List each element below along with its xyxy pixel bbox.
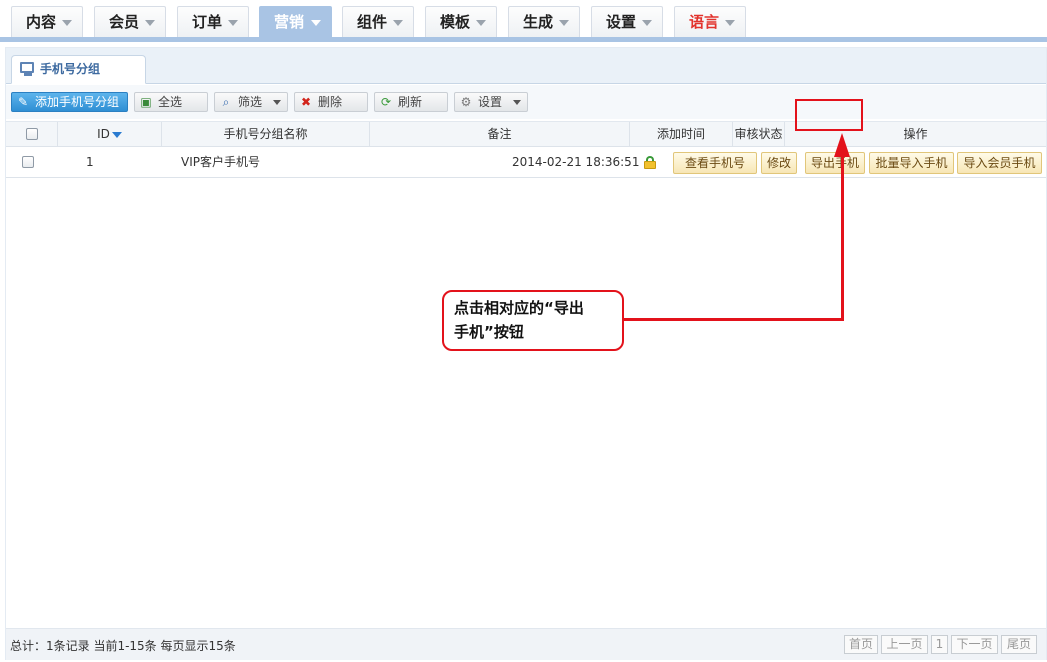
nav-content[interactable]: 内容 bbox=[11, 6, 83, 38]
nav-members[interactable]: 会员 bbox=[94, 6, 166, 38]
batch-import-phones-button[interactable]: 批量导入手机 bbox=[869, 152, 954, 174]
chevron-down-icon bbox=[513, 100, 521, 105]
toolbar: ✎ 添加手机号分组 ▣ 全选 ⌕ 筛选 ✖ 删除 ⟳ 刷新 ⚙ 设置 bbox=[6, 85, 1046, 119]
row-added-time: 2014-02-21 18:36:51 bbox=[512, 155, 640, 169]
tab-phone-groups-label: 手机号分组 bbox=[40, 62, 101, 76]
footer: 总计：1条记录 当前1-15条 每页显示15条 首页 上一页 1 下一页 尾页 bbox=[6, 628, 1046, 660]
chevron-down-icon bbox=[393, 20, 403, 26]
chevron-down-icon bbox=[273, 100, 281, 105]
tab-bar: 手机号分组 bbox=[6, 48, 1046, 84]
nav-language-label: 语言 bbox=[689, 13, 720, 31]
search-icon: ⌕ bbox=[222, 95, 230, 109]
header-review-status: 审核状态 bbox=[733, 122, 785, 147]
delete-button[interactable]: ✖ 删除 bbox=[294, 92, 368, 112]
main-panel: 手机号分组 ✎ 添加手机号分组 ▣ 全选 ⌕ 筛选 ✖ 删除 ⟳ 刷新 ⚙ 设置 bbox=[5, 47, 1047, 660]
unlocked-icon[interactable] bbox=[644, 156, 656, 169]
prev-page-button[interactable]: 上一页 bbox=[881, 635, 928, 654]
arrow-line-horizontal bbox=[619, 318, 844, 321]
nav-settings[interactable]: 设置 bbox=[591, 6, 663, 38]
add-phone-group-label: 添加手机号分组 bbox=[35, 95, 120, 109]
nav-generate[interactable]: 生成 bbox=[508, 6, 580, 38]
highlight-box bbox=[795, 99, 863, 131]
row-checkbox[interactable] bbox=[22, 156, 34, 168]
nav-orders-label: 订单 bbox=[192, 13, 223, 31]
nav-content-label: 内容 bbox=[26, 13, 57, 31]
arrow-up-icon bbox=[834, 133, 850, 157]
refresh-label: 刷新 bbox=[398, 95, 423, 109]
select-all-checkbox[interactable] bbox=[26, 128, 38, 140]
delete-icon: ✖ bbox=[300, 95, 312, 109]
chevron-down-icon bbox=[62, 20, 72, 26]
refresh-icon: ⟳ bbox=[380, 95, 392, 109]
chevron-down-icon bbox=[642, 20, 652, 26]
import-member-phones-button[interactable]: 导入会员手机 bbox=[957, 152, 1042, 174]
chevron-down-icon bbox=[145, 20, 155, 26]
nav-components[interactable]: 组件 bbox=[342, 6, 414, 38]
gear-icon: ⚙ bbox=[460, 95, 472, 109]
table-row: 1 VIP客户手机号 2014-02-21 18:36:51 查看手机号 修改 … bbox=[6, 148, 1046, 178]
first-page-button[interactable]: 首页 bbox=[844, 635, 878, 654]
chevron-down-icon bbox=[559, 20, 569, 26]
header-id[interactable]: ID bbox=[58, 122, 162, 147]
monitor-icon bbox=[20, 62, 34, 76]
annotation-callout: 点击相对应的“导出 手机”按钮 bbox=[442, 290, 624, 351]
edit-button[interactable]: 修改 bbox=[761, 152, 797, 174]
filter-label: 筛选 bbox=[238, 95, 263, 109]
view-phones-button[interactable]: 查看手机号 bbox=[673, 152, 757, 174]
header-remark: 备注 bbox=[370, 122, 630, 147]
last-page-button[interactable]: 尾页 bbox=[1001, 635, 1037, 654]
nav-marketing-label: 营销 bbox=[274, 13, 305, 31]
row-id: 1 bbox=[86, 155, 94, 169]
record-summary: 总计：1条记录 当前1-15条 每页显示15条 bbox=[10, 639, 236, 653]
nav-settings-label: 设置 bbox=[606, 13, 637, 31]
nav-members-label: 会员 bbox=[109, 13, 140, 31]
select-all-icon: ▣ bbox=[140, 95, 152, 109]
nav-components-label: 组件 bbox=[357, 13, 388, 31]
chevron-down-icon bbox=[228, 20, 238, 26]
nav-marketing[interactable]: 营销 bbox=[259, 6, 332, 38]
nav-orders[interactable]: 订单 bbox=[177, 6, 249, 38]
row-name: VIP客户手机号 bbox=[181, 155, 260, 169]
settings-label: 设置 bbox=[478, 95, 503, 109]
header-name: 手机号分组名称 bbox=[162, 122, 370, 147]
table-header: ID 手机号分组名称 备注 添加时间 审核状态 操作 bbox=[6, 121, 1046, 147]
header-added-time: 添加时间 bbox=[630, 122, 733, 147]
add-icon: ✎ bbox=[17, 95, 29, 109]
chevron-down-icon bbox=[725, 20, 735, 26]
page-number[interactable]: 1 bbox=[931, 635, 948, 654]
delete-label: 删除 bbox=[318, 95, 343, 109]
nav-generate-label: 生成 bbox=[523, 13, 554, 31]
select-all-button[interactable]: ▣ 全选 bbox=[134, 92, 208, 112]
annotation-line-1: 点击相对应的“导出 bbox=[454, 299, 584, 317]
chevron-down-icon bbox=[311, 20, 321, 26]
settings-button[interactable]: ⚙ 设置 bbox=[454, 92, 528, 112]
top-nav: 内容 会员 订单 营销 组件 模板 生成 设置 语言 bbox=[0, 0, 1047, 42]
annotation-line-2: 手机”按钮 bbox=[454, 323, 524, 341]
filter-button[interactable]: ⌕ 筛选 bbox=[214, 92, 288, 112]
nav-templates-label: 模板 bbox=[440, 13, 471, 31]
nav-templates[interactable]: 模板 bbox=[425, 6, 497, 38]
nav-language[interactable]: 语言 bbox=[674, 6, 746, 38]
sort-down-icon bbox=[111, 131, 122, 138]
header-select-cell bbox=[6, 122, 58, 147]
arrow-line-vertical bbox=[841, 155, 844, 321]
nav-underline bbox=[0, 37, 1047, 42]
chevron-down-icon bbox=[476, 20, 486, 26]
header-id-label: ID bbox=[97, 127, 110, 141]
tab-phone-groups[interactable]: 手机号分组 bbox=[11, 55, 146, 84]
select-all-label: 全选 bbox=[158, 95, 183, 109]
add-phone-group-button[interactable]: ✎ 添加手机号分组 bbox=[11, 92, 128, 112]
next-page-button[interactable]: 下一页 bbox=[951, 635, 998, 654]
refresh-button[interactable]: ⟳ 刷新 bbox=[374, 92, 448, 112]
